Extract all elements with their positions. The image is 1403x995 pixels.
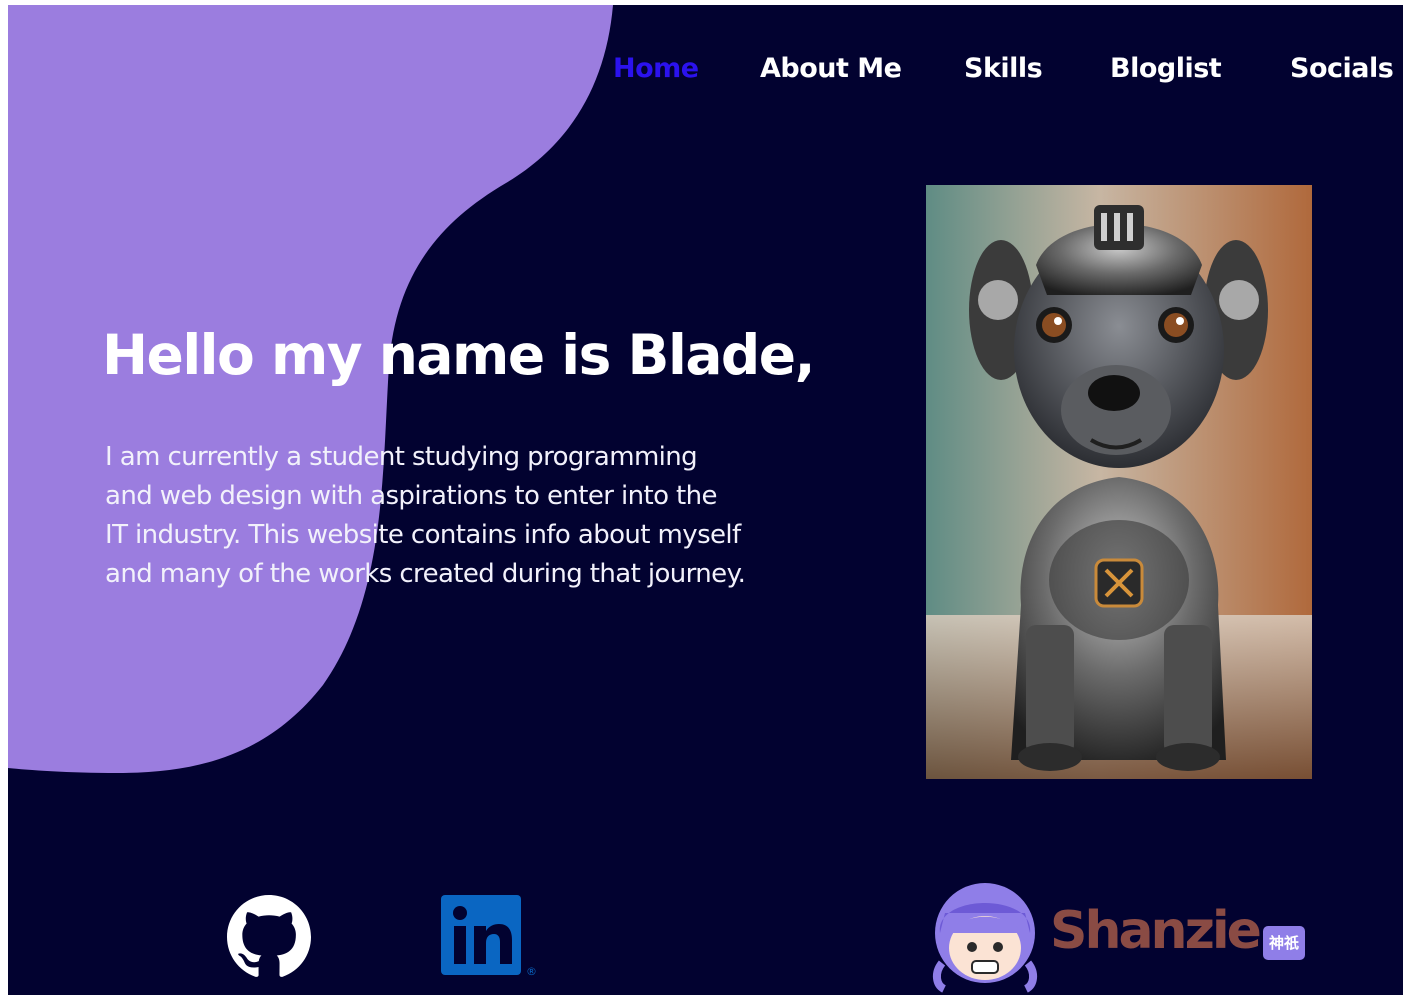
nav-home[interactable]: Home: [613, 53, 699, 84]
robot-dog-photo: [926, 185, 1312, 779]
shanzie-badge: 神祇: [1263, 926, 1305, 960]
hero-description-line: and many of the works created during tha…: [105, 559, 746, 589]
nav-about-me[interactable]: About Me: [760, 53, 902, 84]
hero-description-line: I am currently a student studying progra…: [105, 442, 698, 472]
shanzie-wordmark: Shanzie: [1050, 901, 1262, 961]
hero-description: I am currently a student studying progra…: [105, 438, 825, 594]
nav-socials[interactable]: Socials: [1290, 53, 1394, 84]
linkedin-icon[interactable]: ®: [440, 894, 540, 978]
nav-skills[interactable]: Skills: [964, 53, 1043, 84]
shanzie-mascot-icon: [933, 883, 1037, 993]
svg-text:®: ®: [526, 965, 537, 978]
hero-title: Hello my name is Blade,: [102, 323, 816, 387]
page: Home About Me Skills Bloglist Socials He…: [8, 5, 1403, 995]
top-nav: Home About Me Skills Bloglist Socials: [8, 53, 1403, 93]
shanzie-logo[interactable]: Shanzie 神祇: [930, 873, 1315, 995]
nav-bloglist[interactable]: Bloglist: [1110, 53, 1222, 84]
hero-description-line: and web design with aspirations to enter…: [105, 481, 718, 511]
github-icon[interactable]: [227, 895, 311, 979]
hero-description-line: IT industry. This website contains info …: [105, 520, 741, 550]
background-blob: [8, 5, 613, 773]
